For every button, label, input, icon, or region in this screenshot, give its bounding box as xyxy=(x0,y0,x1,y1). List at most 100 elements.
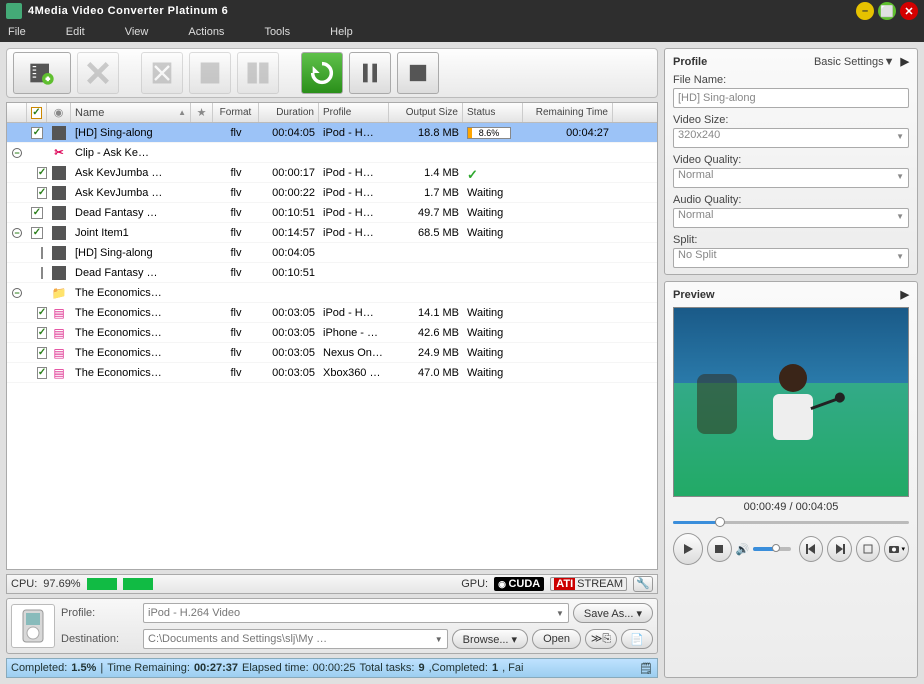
row-checkbox[interactable] xyxy=(41,247,43,259)
table-row[interactable]: ▤The Economics…flv00:03:05Nexus On…24.9 … xyxy=(7,343,657,363)
menu-file[interactable]: File xyxy=(8,26,26,38)
row-profile: iPod - H… xyxy=(319,187,389,199)
filename-input[interactable] xyxy=(673,88,909,108)
stop-button[interactable] xyxy=(397,52,439,94)
play-button[interactable] xyxy=(673,533,703,565)
row-profile: iPod - H… xyxy=(319,227,389,239)
prev-frame-button[interactable] xyxy=(799,536,824,562)
table-row[interactable]: Dead Fantasy …flv00:10:51 xyxy=(7,263,657,283)
table-row[interactable]: Dead Fantasy …flv00:10:51iPod - H…49.7 M… xyxy=(7,203,657,223)
col-output-size[interactable]: Output Size xyxy=(389,103,463,122)
convert-button[interactable] xyxy=(301,52,343,94)
row-checkbox[interactable] xyxy=(41,267,43,279)
row-checkbox[interactable] xyxy=(37,347,47,359)
table-row[interactable]: Ask KevJumba …flv00:00:17iPod - H…1.4 MB xyxy=(7,163,657,183)
row-checkbox[interactable] xyxy=(31,127,43,139)
col-profile[interactable]: Profile xyxy=(319,103,389,122)
table-row[interactable]: [HD] Sing-alongflv00:04:05 xyxy=(7,243,657,263)
menu-view[interactable]: View xyxy=(125,26,149,38)
status-report-icon[interactable]: 🗒 xyxy=(639,662,653,675)
player-stop-button[interactable] xyxy=(707,536,732,562)
profile-combo[interactable]: iPod - H.264 Video xyxy=(143,603,569,623)
table-row[interactable]: −Joint Item1flv00:14:57iPod - H…68.5 MBW… xyxy=(7,223,657,243)
add-file-button[interactable] xyxy=(13,52,71,94)
col-check-all[interactable] xyxy=(27,103,47,122)
row-checkbox[interactable] xyxy=(37,187,47,199)
doc-icon: ▤ xyxy=(53,366,64,380)
list-rows[interactable]: [HD] Sing-alongflv00:04:05iPod - H…18.8 … xyxy=(7,123,657,569)
table-row[interactable]: Ask KevJumba …flv00:00:22iPod - H…1.7 MB… xyxy=(7,183,657,203)
videosize-select[interactable]: 320x240 xyxy=(673,128,909,148)
video-quality-select[interactable]: Normal xyxy=(673,168,909,188)
row-duration: 00:10:51 xyxy=(259,267,319,279)
row-name: Ask KevJumba … xyxy=(71,167,191,179)
collapse-icon[interactable]: − xyxy=(12,288,22,298)
menu-tools[interactable]: Tools xyxy=(264,26,290,38)
col-toggle[interactable] xyxy=(7,103,27,122)
app-title: 4Media Video Converter Platinum 6 xyxy=(28,5,856,17)
split-select[interactable]: No Split xyxy=(673,248,909,268)
destination-combo[interactable]: C:\Documents and Settings\slj\My … xyxy=(143,629,448,649)
table-row[interactable]: ▤The Economics…flv00:03:05iPhone - …42.6… xyxy=(7,323,657,343)
export-button[interactable]: ≫⎘ xyxy=(585,629,617,649)
menu-actions[interactable]: Actions xyxy=(188,26,224,38)
trim-button[interactable] xyxy=(856,536,881,562)
row-name: The Economics… xyxy=(71,287,191,299)
audio-quality-select[interactable]: Normal xyxy=(673,208,909,228)
volume-slider[interactable] xyxy=(753,547,791,551)
col-format[interactable]: Format xyxy=(213,103,259,122)
row-format: flv xyxy=(213,327,259,339)
table-row[interactable]: −📁The Economics… xyxy=(7,283,657,303)
preview-time: 00:00:49 / 00:04:05 xyxy=(673,501,909,513)
preview-video[interactable] xyxy=(673,307,909,497)
collapse-icon[interactable]: − xyxy=(12,148,22,158)
profile-panel: Profile Basic Settings▼ ▶ File Name: Vid… xyxy=(664,48,918,275)
snapshot-button[interactable]: ▾ xyxy=(884,536,909,562)
row-checkbox[interactable] xyxy=(31,227,43,239)
menu-help[interactable]: Help xyxy=(330,26,353,38)
notes-button[interactable]: 📄 xyxy=(621,629,653,649)
preview-panel-title: Preview xyxy=(673,289,715,301)
open-button[interactable]: Open xyxy=(532,629,581,649)
col-type[interactable]: ◉ xyxy=(47,103,71,122)
cpu-bar: CPU: 97.69% GPU: ◉ CUDA ATISTREAM 🔧 xyxy=(6,574,658,594)
gpu-settings-button[interactable]: 🔧 xyxy=(633,576,653,592)
col-remaining[interactable]: Remaining Time xyxy=(523,103,613,122)
row-name: Clip - Ask Ke… xyxy=(71,147,191,159)
row-status: Waiting xyxy=(463,367,523,379)
table-row[interactable]: −✂Clip - Ask Ke… xyxy=(7,143,657,163)
table-row[interactable]: [HD] Sing-alongflv00:04:05iPod - H…18.8 … xyxy=(7,123,657,143)
table-row[interactable]: ▤The Economics…flv00:03:05iPod - H…14.1 … xyxy=(7,303,657,323)
basic-settings-dropdown[interactable]: Basic Settings▼ xyxy=(814,56,895,68)
preview-expand-icon[interactable]: ▶ xyxy=(901,288,909,301)
col-duration[interactable]: Duration xyxy=(259,103,319,122)
film-icon xyxy=(52,246,66,260)
maximize-button[interactable]: ⬜ xyxy=(878,2,896,20)
menu-edit[interactable]: Edit xyxy=(66,26,85,38)
save-as-button[interactable]: Save As... ▾ xyxy=(573,603,653,623)
next-frame-button[interactable] xyxy=(827,536,852,562)
browse-button[interactable]: Browse... ▾ xyxy=(452,629,528,649)
row-size: 14.1 MB xyxy=(389,307,463,319)
status-remaining-label: Time Remaining: xyxy=(107,662,190,674)
row-checkbox[interactable] xyxy=(37,367,47,379)
status-done-value: 1 xyxy=(492,662,498,674)
row-checkbox[interactable] xyxy=(37,167,47,179)
col-status[interactable]: Status xyxy=(463,103,523,122)
row-checkbox[interactable] xyxy=(37,327,47,339)
collapse-icon[interactable]: − xyxy=(12,228,22,238)
table-row[interactable]: ▤The Economics…flv00:03:05Xbox360 …47.0 … xyxy=(7,363,657,383)
col-name[interactable]: Name ▲ xyxy=(71,103,191,122)
pause-button[interactable] xyxy=(349,52,391,94)
row-duration: 00:03:05 xyxy=(259,347,319,359)
list-header: ◉ Name ▲ ★ Format Duration Profile Outpu… xyxy=(7,103,657,123)
minimize-button[interactable]: – xyxy=(856,2,874,20)
profile-expand-icon[interactable]: ▶ xyxy=(901,55,909,68)
close-button[interactable]: ✕ xyxy=(900,2,918,20)
col-star[interactable]: ★ xyxy=(191,103,213,122)
volume-icon[interactable]: 🔊 xyxy=(736,543,750,556)
seek-slider[interactable] xyxy=(673,517,909,527)
status-tasks-label: Total tasks: xyxy=(359,662,414,674)
row-checkbox[interactable] xyxy=(31,207,43,219)
row-checkbox[interactable] xyxy=(37,307,47,319)
